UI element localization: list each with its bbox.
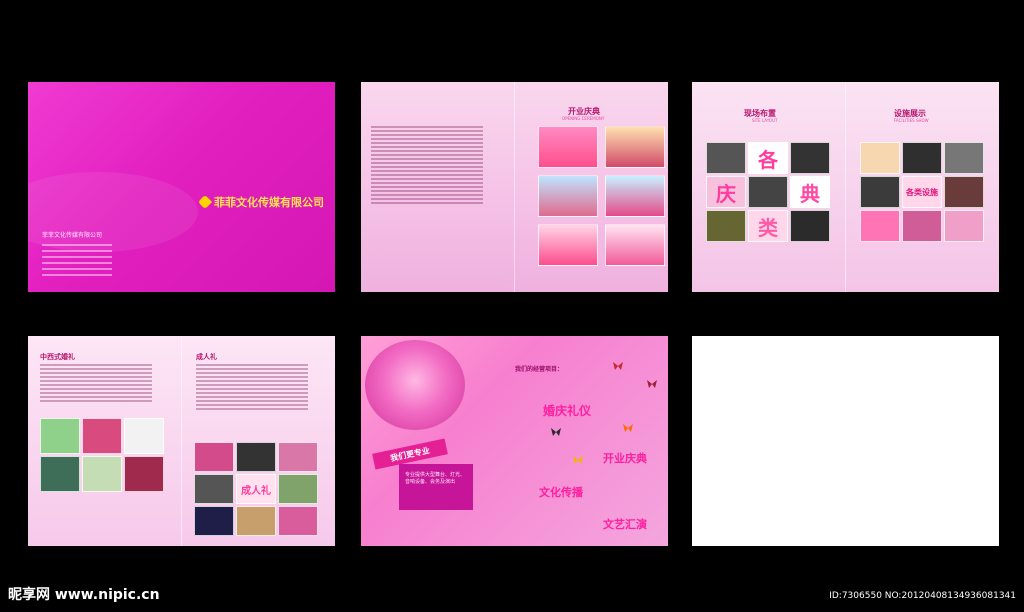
char-dian: 典 xyxy=(790,176,830,208)
facility-photo xyxy=(944,210,984,242)
wedding-photo xyxy=(124,456,164,492)
cover-panel: 菲菲文化传媒有限公司 菲菲文化传媒有限公司 xyxy=(28,82,335,292)
ceremony-photo xyxy=(278,474,318,504)
ceremony-photo xyxy=(278,442,318,472)
company-intro-text xyxy=(371,124,483,206)
butterfly-icon xyxy=(623,424,633,432)
wedding-panel: 中西式婚礼 成人礼 成人礼 xyxy=(28,336,335,546)
ceremony-photo xyxy=(194,442,234,472)
service-arts: 文艺汇演 xyxy=(603,518,647,531)
facility-photo xyxy=(860,176,900,208)
facilities-subtitle: FACILITIES SHOW xyxy=(894,118,929,123)
photo-6 xyxy=(605,224,665,266)
grid-photo xyxy=(706,142,746,174)
wedding-photo xyxy=(82,456,122,492)
coming-of-age-text xyxy=(196,362,308,412)
service-wedding: 婚庆礼仪 xyxy=(543,404,592,418)
photo-1 xyxy=(538,126,598,168)
fold-divider xyxy=(181,336,182,546)
cover-company-name: 菲菲文化传媒有限公司 xyxy=(42,232,103,239)
char-qing: 庆 xyxy=(706,176,746,208)
opening-photos xyxy=(538,126,665,266)
company-logo: 菲菲文化传媒有限公司 xyxy=(197,194,324,210)
photo-3 xyxy=(538,175,598,217)
image-id: ID:7306550 NO:20120408134936081341 xyxy=(829,591,1016,601)
wedding-title: 中西式婚礼 xyxy=(40,353,75,361)
facility-photo xyxy=(860,142,900,174)
wedding-photo xyxy=(40,456,80,492)
wedding-photo xyxy=(124,418,164,454)
coming-of-age-photos: 成人礼 xyxy=(194,442,318,536)
fold-divider xyxy=(845,82,846,292)
grid-photo xyxy=(790,210,830,242)
wedding-photo xyxy=(40,418,80,454)
butterfly-icon xyxy=(551,428,561,436)
services-headline: 我们的经营项目： xyxy=(515,366,564,373)
heart-logo-icon xyxy=(197,194,213,210)
wedding-photos xyxy=(40,418,164,492)
coming-of-age-label: 成人礼 xyxy=(236,474,276,504)
rose-image xyxy=(365,340,465,430)
facilities-label: 各类设施 xyxy=(902,176,942,208)
grid-photo xyxy=(748,176,788,208)
butterfly-icon xyxy=(573,456,583,464)
big-char-grid: 各 庆 典 类 xyxy=(706,142,830,242)
site-watermark: 昵享网 www.nipic.cn xyxy=(8,587,160,603)
char-ge: 各 xyxy=(748,142,788,174)
char-lei: 类 xyxy=(748,210,788,242)
services-panel: 我们更专业 专业提供大型舞台、灯光、音响设备、会务及演出 我们的经营项目： 婚庆… xyxy=(361,336,668,546)
ceremony-photo xyxy=(194,474,234,504)
grid-photo xyxy=(790,142,830,174)
ceremony-photo xyxy=(278,506,318,536)
facility-photo xyxy=(944,176,984,208)
wedding-photo xyxy=(82,418,122,454)
photo-5 xyxy=(538,224,598,266)
opening-ceremony-panel: 开业庆典 OPENING CEREMONY xyxy=(361,82,668,292)
photo-2 xyxy=(605,126,665,168)
blank-panel xyxy=(692,336,999,546)
fold-divider xyxy=(514,82,515,292)
cover-contact-lines xyxy=(42,240,112,280)
ceremony-photo xyxy=(236,442,276,472)
service-culture: 文化传播 xyxy=(539,486,583,499)
ceremony-photo xyxy=(236,506,276,536)
grid-photo xyxy=(706,210,746,242)
site-layout-panel: 现场布置 SITE LAYOUT 设施展示 FACILITIES SHOW 各 … xyxy=(692,82,999,292)
facility-photo xyxy=(902,210,942,242)
services-box: 专业提供大型舞台、灯光、音响设备、会务及演出 xyxy=(399,464,473,510)
facilities-grid: 各类设施 xyxy=(860,142,984,242)
company-logo-text: 菲菲文化传媒有限公司 xyxy=(214,196,324,209)
opening-subtitle: OPENING CEREMONY xyxy=(562,116,605,121)
site-layout-subtitle: SITE LAYOUT xyxy=(752,118,778,123)
coming-of-age-title: 成人礼 xyxy=(196,353,217,361)
butterfly-icon xyxy=(613,362,623,370)
wedding-text xyxy=(40,362,152,404)
ceremony-photo xyxy=(194,506,234,536)
photo-4 xyxy=(605,175,665,217)
facility-photo xyxy=(902,142,942,174)
facility-photo xyxy=(860,210,900,242)
butterfly-icon xyxy=(647,380,657,388)
service-opening: 开业庆典 xyxy=(603,452,647,465)
facility-photo xyxy=(944,142,984,174)
